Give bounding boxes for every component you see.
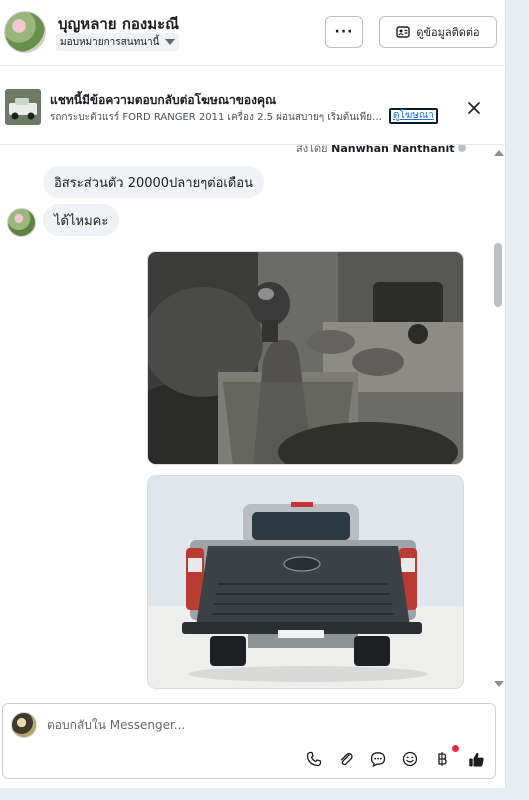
sender-avatar[interactable] (7, 208, 36, 237)
scroll-up-arrow-icon[interactable] (494, 150, 504, 156)
smiley-icon (402, 751, 418, 767)
conversation-scrollbar[interactable] (490, 145, 506, 695)
view-contact-label: ดูข้อมูลติดต่อ (416, 26, 480, 39)
ad-thumbnail (5, 89, 41, 125)
chat-bubble-icon (370, 752, 386, 767)
pickup-truck-image (148, 476, 463, 688)
thumbs-up-icon (468, 752, 484, 767)
message-bubble[interactable]: ได้ไหมคะ (43, 204, 120, 236)
sent-by-prefix: ส่งโดย (296, 145, 328, 155)
sent-by-name: Nanwhan Nanthanit (331, 145, 455, 155)
chat-header: บุญหลาย กองมะณี มอบหมายการสนทนานี้ ··· ด… (0, 0, 506, 66)
caret-down-icon (165, 39, 176, 45)
contact-card-icon (396, 26, 411, 38)
conversation-area: ส่งโดย Nanwhan Nanthanit อิสระส่วนตัว 20… (0, 145, 506, 695)
page-avatar (11, 712, 37, 738)
ad-reply-banner: แชทนี้มีข้อความตอบกลับต่อโฆษณาของคุณ รถก… (0, 76, 506, 134)
view-contact-button[interactable]: ดูข้อมูลติดต่อ (379, 16, 497, 48)
message-text: อิสระส่วนตัว 20000ปลายๆต่อเดือน (54, 175, 254, 191)
more-options-button[interactable]: ··· (325, 16, 363, 48)
baht-icon (438, 752, 447, 766)
like-button[interactable] (465, 748, 487, 770)
close-banner-button[interactable] (463, 97, 485, 119)
close-icon (468, 102, 480, 114)
seen-icon (458, 145, 466, 152)
message-text: ได้ไหมคะ (54, 213, 109, 229)
sent-by-label: ส่งโดย Nanwhan Nanthanit (296, 145, 466, 157)
chat-panel: บุญหลาย กองมะณี มอบหมายการสนทนานี้ ··· ด… (0, 0, 506, 788)
scroll-down-arrow-icon[interactable] (494, 681, 504, 687)
assign-conversation-dropdown[interactable]: มอบหมายการสนทนานี้ (56, 33, 180, 51)
ad-banner-description: รถกระบะตัวแรร์ FORD RANGER 2011 เครื่อง … (50, 112, 386, 123)
reply-input[interactable] (47, 715, 467, 735)
contact-avatar[interactable] (4, 11, 46, 53)
truck-thumbnail-icon (5, 89, 41, 125)
call-button[interactable] (303, 748, 325, 770)
message-composer (2, 703, 496, 779)
assign-label: มอบหมายการสนทนานี้ (60, 36, 160, 48)
view-ad-link[interactable]: ดูโฆษณา (389, 108, 438, 124)
scroll-thumb[interactable] (494, 243, 502, 307)
message-photo-truck-rear[interactable] (147, 475, 464, 689)
paperclip-icon (340, 752, 353, 766)
attach-button[interactable] (335, 748, 357, 770)
message-bubble[interactable]: อิสระส่วนตัว 20000ปลายๆต่อเดือน (43, 166, 265, 198)
payment-button[interactable] (431, 748, 453, 770)
ad-banner-title: แชทนี้มีข้อความตอบกลับต่อโฆษณาของคุณ (50, 93, 277, 107)
phone-icon (306, 751, 322, 767)
emoji-button[interactable] (399, 748, 421, 770)
payment-notification-dot (452, 745, 459, 752)
message-photo-gear-shifter[interactable] (147, 251, 464, 465)
saved-replies-button[interactable] (367, 748, 389, 770)
gear-shifter-image (148, 252, 463, 464)
